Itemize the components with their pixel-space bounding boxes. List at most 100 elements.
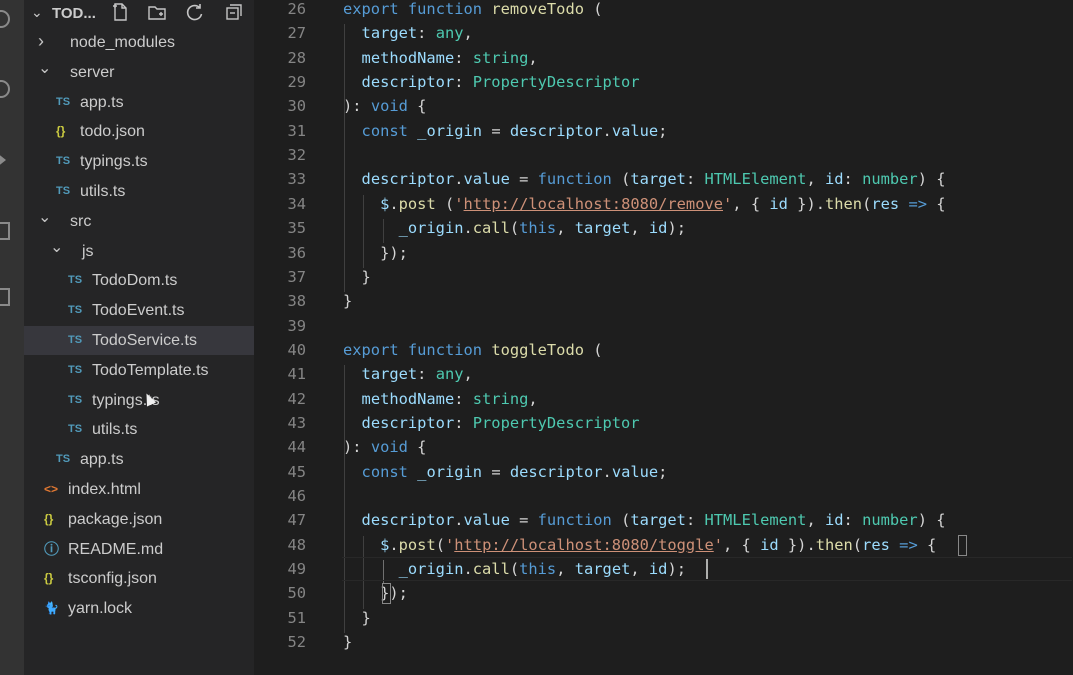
- line-number: 29: [287, 73, 306, 92]
- code-line[interactable]: 37 }: [254, 265, 1073, 289]
- code-line[interactable]: 39: [254, 314, 1073, 338]
- line-number: 44: [287, 438, 306, 457]
- refresh-icon[interactable]: [185, 2, 205, 22]
- line-number: 50: [287, 584, 306, 603]
- line-number: 51: [287, 608, 306, 627]
- yarn-icon: 🐈: [44, 601, 59, 616]
- line-number: 32: [287, 146, 306, 165]
- chevron-down-icon: ⌄: [38, 59, 52, 77]
- tree-file-todo-json[interactable]: {} todo.json: [24, 117, 254, 146]
- bracket-match: [382, 583, 391, 604]
- tree-item-label: TodoTemplate.ts: [92, 361, 209, 379]
- code-line[interactable]: 36 });: [254, 241, 1073, 265]
- tree-file-tododom-ts[interactable]: TS TodoDom.ts: [24, 266, 254, 295]
- code-line[interactable]: 47 descriptor.value = function (target: …: [254, 508, 1073, 532]
- extensions-icon[interactable]: [0, 288, 10, 306]
- tree-file-utils-ts[interactable]: TS utils.ts: [24, 177, 254, 206]
- code-text: _origin.call(this, target, id);: [398, 219, 686, 238]
- json-file-icon: {}: [44, 571, 54, 586]
- tree-file-todoevent-ts[interactable]: TS TodoEvent.ts: [24, 296, 254, 325]
- typescript-file-icon: TS: [68, 423, 83, 436]
- tree-item-label: typings.ts: [80, 153, 148, 171]
- code-line[interactable]: 28 methodName: string,: [254, 46, 1073, 70]
- code-line[interactable]: 44): void {: [254, 435, 1073, 459]
- line-number: 36: [287, 243, 306, 262]
- code-line[interactable]: 45 const _origin = descriptor.value;: [254, 460, 1073, 484]
- code-line[interactable]: 33 descriptor.value = function (target: …: [254, 167, 1073, 191]
- html-file-icon: <>: [44, 482, 59, 496]
- tree-file-utils-ts[interactable]: TS utils.ts: [24, 415, 254, 444]
- code-text: }: [343, 292, 353, 311]
- code-line[interactable]: 43 descriptor: PropertyDescriptor: [254, 411, 1073, 435]
- tree-file-package-json[interactable]: {} package.json: [24, 505, 254, 534]
- line-number: 39: [287, 316, 306, 335]
- typescript-file-icon: TS: [56, 453, 71, 466]
- code-line[interactable]: 29 descriptor: PropertyDescriptor: [254, 70, 1073, 94]
- typescript-file-icon: TS: [68, 274, 83, 287]
- explorer-icon[interactable]: [0, 10, 10, 28]
- code-line[interactable]: 41 target: any,: [254, 362, 1073, 386]
- search-icon[interactable]: [0, 80, 10, 98]
- activity-bar: [0, 0, 24, 675]
- code-text: }: [343, 608, 371, 627]
- code-text: ): void {: [343, 97, 427, 116]
- code-editor[interactable]: 26 export function removeTodo (27 target:…: [254, 0, 1073, 675]
- code-line[interactable]: 49 _origin.call(this, target, id);: [254, 557, 1073, 581]
- typescript-file-icon: TS: [68, 334, 83, 346]
- code-line[interactable]: 48 $.post('http://localhost:8080/toggle'…: [254, 533, 1073, 557]
- explorer-project-title[interactable]: TOD...: [52, 5, 96, 22]
- code-text: const _origin = descriptor.value;: [361, 121, 668, 140]
- code-text: descriptor.value = function (target: HTM…: [361, 511, 946, 530]
- tree-file-todoservice-ts[interactable]: TS TodoService.ts: [24, 326, 254, 355]
- tree-file-app-ts[interactable]: TS app.ts: [24, 445, 254, 474]
- code-line[interactable]: 31 const _origin = descriptor.value;: [254, 119, 1073, 143]
- code-line[interactable]: 51 }: [254, 606, 1073, 630]
- run-icon[interactable]: [0, 152, 6, 168]
- code-line[interactable]: 26 export function removeTodo (: [254, 0, 1073, 21]
- tree-file-yarn-lock[interactable]: 🐈 yarn.lock: [24, 594, 254, 623]
- chevron-down-icon[interactable]: ⌄: [31, 4, 43, 21]
- code-text: methodName: string,: [361, 389, 538, 408]
- tree-item-label: tsconfig.json: [68, 570, 157, 588]
- tree-item-label: utils.ts: [92, 421, 138, 439]
- typescript-file-icon: TS: [68, 393, 83, 406]
- tree-file-typings-ts[interactable]: TS typings.ts: [24, 386, 254, 415]
- tree-file-tsconfig-json[interactable]: {} tsconfig.json: [24, 564, 254, 593]
- code-line[interactable]: 30 ): void {: [254, 94, 1073, 118]
- tree-folder-js[interactable]: ⌄ js: [24, 237, 254, 266]
- tree-file-todotemplate-ts[interactable]: TS TodoTemplate.ts: [24, 356, 254, 385]
- code-line[interactable]: 38}: [254, 289, 1073, 313]
- tree-folder-node-modules[interactable]: › node_modules: [24, 28, 254, 57]
- tree-item-label: README.md: [68, 540, 164, 558]
- code-line[interactable]: 32: [254, 143, 1073, 167]
- tree-item-label: yarn.lock: [68, 600, 133, 618]
- line-number: 30: [287, 97, 306, 116]
- code-line[interactable]: 52}: [254, 630, 1073, 654]
- code-line[interactable]: 46: [254, 484, 1073, 508]
- code-line[interactable]: 35 _origin.call(this, target, id);: [254, 216, 1073, 240]
- tree-item-label: utils.ts: [80, 183, 126, 200]
- code-line[interactable]: 34 $.post ('http://localhost:8080/remove…: [254, 192, 1073, 216]
- tree-item-label: index.html: [68, 481, 141, 498]
- line-number: 35: [287, 219, 306, 238]
- tree-folder-server[interactable]: ⌄ server: [24, 58, 254, 87]
- line-number: 37: [287, 267, 306, 286]
- text-caret: [706, 559, 708, 579]
- line-number: 41: [287, 365, 306, 384]
- new-file-icon[interactable]: [110, 2, 130, 22]
- line-number: 26: [287, 0, 306, 18]
- tree-item-label: todo.json: [80, 123, 145, 141]
- tree-file-typings-ts[interactable]: TS typings.ts: [24, 147, 254, 176]
- tree-file-app-ts[interactable]: TS app.ts: [24, 88, 254, 117]
- debug-icon[interactable]: [0, 222, 10, 240]
- code-line[interactable]: 27 target: any,: [254, 21, 1073, 45]
- json-file-icon: {}: [56, 124, 66, 139]
- code-line[interactable]: 40 export function toggleTodo (: [254, 338, 1073, 362]
- collapse-all-icon[interactable]: [224, 2, 244, 22]
- code-line[interactable]: 50 });: [254, 581, 1073, 605]
- tree-folder-src[interactable]: ⌄ src: [24, 207, 254, 236]
- code-line[interactable]: 42 methodName: string,: [254, 387, 1073, 411]
- tree-file-readme-md[interactable]: ⓘ README.md: [24, 535, 254, 564]
- new-folder-icon[interactable]: [147, 2, 167, 22]
- tree-file-index-html[interactable]: <> index.html: [24, 475, 254, 504]
